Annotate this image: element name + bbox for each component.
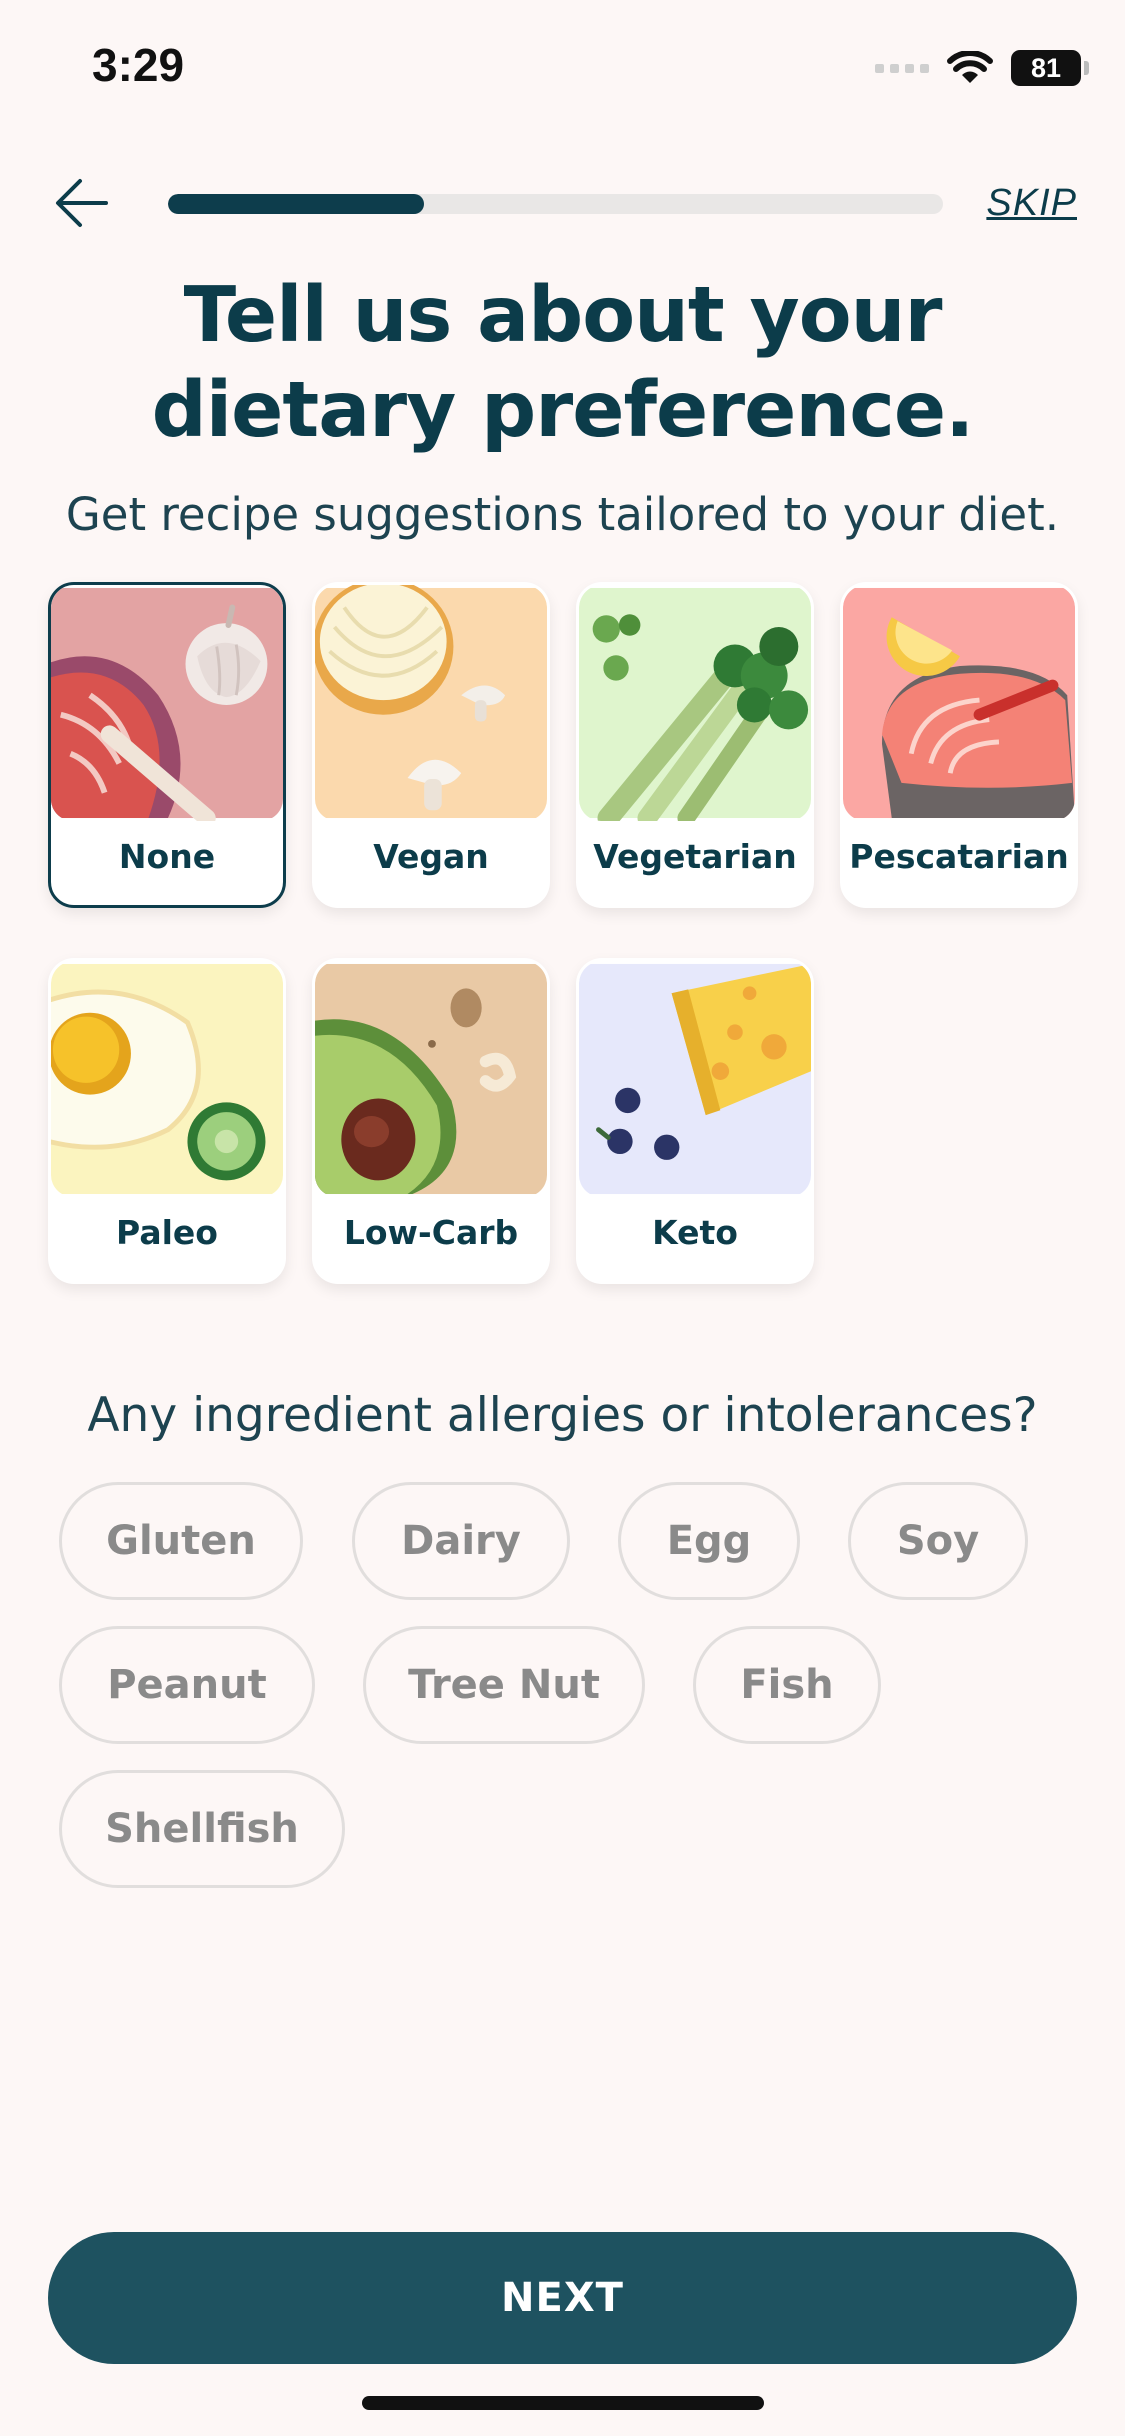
diet-label: None <box>118 837 216 876</box>
page-subtitle: Get recipe suggestions tailored to your … <box>65 488 1060 541</box>
cheese-blueberry-illustration <box>579 961 811 1197</box>
progress-fill <box>168 194 424 214</box>
diet-card-keto[interactable]: Keto <box>576 958 814 1284</box>
page-title: Tell us about your dietary preference. <box>151 271 975 455</box>
back-arrow-icon <box>56 179 108 227</box>
salmon-lemon-illustration <box>843 585 1075 821</box>
status-icons: 81 <box>875 50 1089 86</box>
onion-mushroom-illustration <box>315 585 547 821</box>
allergy-question: Any ingredient allergies or intolerances… <box>87 1388 1038 1443</box>
egg-cucumber-illustration <box>51 961 283 1197</box>
allergy-chip-fish[interactable]: Fish <box>693 1626 881 1744</box>
onboarding-progress-bar <box>168 194 943 214</box>
celery-peas-illustration <box>579 585 811 821</box>
cellular-signal-icon <box>875 63 929 73</box>
wifi-icon <box>947 51 993 83</box>
diet-label: Vegetarian <box>593 837 797 876</box>
allergy-chip-shellfish[interactable]: Shellfish <box>59 1770 345 1888</box>
home-indicator <box>362 2396 764 2410</box>
allergy-chip-peanut[interactable]: Peanut <box>59 1626 315 1744</box>
status-bar: 3:29 81 <box>0 0 1125 140</box>
diet-label: Paleo <box>116 1213 218 1252</box>
diet-card-paleo[interactable]: Paleo <box>48 958 286 1284</box>
diet-card-low-carb[interactable]: Low-Carb <box>312 958 550 1284</box>
skip-link[interactable]: SKIP <box>986 182 1077 225</box>
allergy-chip-soy[interactable]: Soy <box>848 1482 1028 1600</box>
allergy-chip-dairy[interactable]: Dairy <box>352 1482 570 1600</box>
diet-label: Low-Carb <box>343 1213 519 1252</box>
allergy-chip-gluten[interactable]: Gluten <box>59 1482 303 1600</box>
next-button[interactable]: NEXT <box>48 2232 1077 2364</box>
allergy-chip-egg[interactable]: Egg <box>618 1482 800 1600</box>
diet-label: Vegan <box>373 837 489 876</box>
diet-label: Keto <box>652 1213 738 1252</box>
diet-label: Pescatarian <box>849 837 1069 876</box>
diet-card-vegetarian[interactable]: Vegetarian <box>576 582 814 908</box>
battery-icon: 81 <box>1011 50 1089 86</box>
status-time: 3:29 <box>92 39 185 91</box>
back-arrow-button[interactable] <box>54 175 110 231</box>
diet-card-none[interactable]: None <box>48 582 286 908</box>
meat-garlic-illustration <box>51 585 283 821</box>
diet-card-vegan[interactable]: Vegan <box>312 582 550 908</box>
diet-card-pescatarian[interactable]: Pescatarian <box>840 582 1078 908</box>
allergy-chip-tree-nut[interactable]: Tree Nut <box>363 1626 645 1744</box>
avocado-nuts-illustration <box>315 961 547 1197</box>
